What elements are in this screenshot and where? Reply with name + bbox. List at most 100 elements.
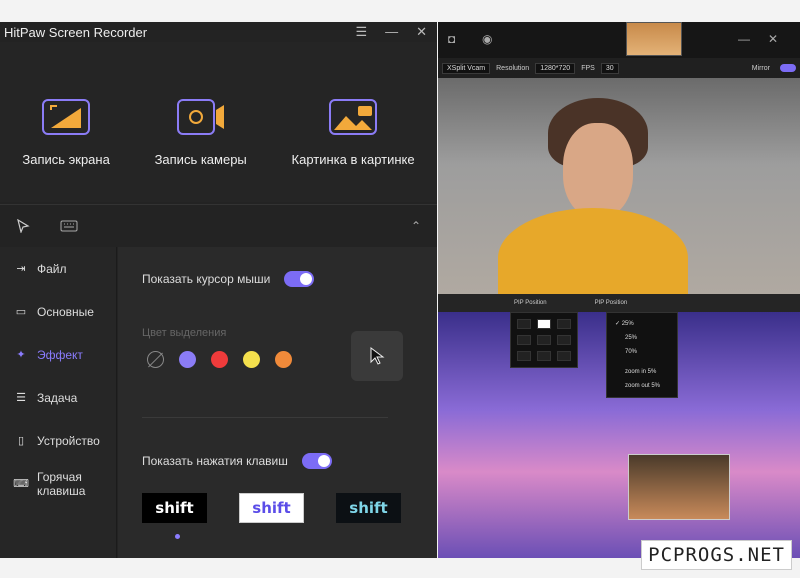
picture-in-picture-icon <box>329 99 378 135</box>
mirror-label: Mirror <box>751 64 770 72</box>
pip-position-select[interactable]: PIP Position <box>514 300 547 306</box>
pip-bar: PIP Position PIP Position <box>438 294 800 312</box>
sidebar-item-file[interactable]: ⇥ Файл <box>0 247 116 290</box>
color-swatch-purple[interactable] <box>179 351 196 368</box>
zoom-out-option[interactable]: zoom out 5% <box>615 379 669 393</box>
label-line: клавиша <box>37 483 86 498</box>
mode-label: Запись камеры <box>154 152 247 167</box>
effect-panel: Показать курсор мыши Цвет выделения Пока… <box>118 247 437 558</box>
camera-record-icon <box>176 99 224 135</box>
resolution-label: Resolution <box>496 64 530 72</box>
close-icon[interactable]: ✕ <box>768 32 778 46</box>
sidebar-item-device[interactable]: ▯ Устройство <box>0 419 116 462</box>
minimize-icon[interactable]: — <box>738 32 750 46</box>
pip-size-option[interactable]: ✓ 25% <box>615 317 669 331</box>
camera-toolbar: ◘ ◉ — ✕ <box>438 22 800 58</box>
show-keys-row: Показать нажатия клавиш <box>142 453 332 469</box>
sidebar-item-label: Файл <box>37 261 67 276</box>
key-style-light[interactable]: shift <box>239 493 304 523</box>
pip-size-option[interactable]: 25% <box>615 331 669 345</box>
mode-selector: Запись экрана Запись камеры Картинка в к… <box>0 42 437 202</box>
sidebar-item-task[interactable]: ☰ Задача <box>0 376 116 419</box>
cursor-icon <box>370 347 385 365</box>
highlight-color-swatches <box>147 351 292 368</box>
pip-pos-cell[interactable] <box>537 335 551 345</box>
option-label: 25% <box>625 335 638 341</box>
sparkle-icon: ✦ <box>16 349 26 361</box>
sidebar-item-label: Горячая клавиша <box>37 470 85 498</box>
close-icon[interactable]: ✕ <box>416 24 427 40</box>
fps-label: FPS <box>581 64 595 72</box>
mode-picture-in-picture[interactable]: Картинка в картинке <box>292 98 415 167</box>
camera-settings-bar: XSplit Vcam Resolution 1280*720 FPS 30 M… <box>438 58 800 78</box>
color-swatch-none[interactable] <box>147 351 164 368</box>
pip-pos-cell[interactable] <box>517 351 531 361</box>
sidebar-item-label: Эффект <box>37 347 83 362</box>
camera-thumbnail[interactable] <box>626 22 682 56</box>
pip-size-menu: ✓ 25% 25% 70% zoom in 5% zoom out 5% <box>606 312 678 398</box>
color-swatch-yellow[interactable] <box>243 351 260 368</box>
pip-size-option[interactable]: 70% <box>615 345 669 359</box>
show-cursor-toggle[interactable] <box>284 271 315 287</box>
pip-position-grid <box>510 312 578 368</box>
zoom-in-option[interactable]: zoom in 5% <box>615 365 669 379</box>
mode-camera-record[interactable]: Запись камеры <box>155 98 247 167</box>
pip-camera-overlay[interactable] <box>628 454 730 520</box>
cursor-icon[interactable] <box>16 218 30 233</box>
mode-screen-record[interactable]: Запись экрана <box>22 98 110 167</box>
screen-record-icon <box>42 99 91 135</box>
mirror-toggle[interactable] <box>780 64 796 72</box>
sidebar-item-label: Задача <box>37 390 78 405</box>
hotkey-icon: ⌨ <box>13 478 29 490</box>
sidebar-item-basic[interactable]: ▭ Основные <box>0 290 116 333</box>
option-label: 25% <box>621 321 634 327</box>
app-title: HitPaw Screen Recorder <box>4 24 148 40</box>
show-keys-label: Показать нажатия клавиш <box>142 454 288 468</box>
show-keys-toggle[interactable] <box>301 453 332 469</box>
sidebar-item-hotkey[interactable]: ⌨ Горячая клавиша <box>0 462 116 505</box>
sidebar-item-label: Основные <box>37 304 94 319</box>
pip-pos-cell[interactable] <box>557 335 571 345</box>
recorder-window: HitPaw Screen Recorder ☰ — ✕ Запись экра… <box>0 22 437 558</box>
video-icon: ▭ <box>15 306 27 318</box>
label-line: Горячая <box>37 469 82 484</box>
pip-pos-cell[interactable] <box>517 319 531 329</box>
webcam-icon[interactable]: ◉ <box>482 32 492 46</box>
sidebar-item-label: Устройство <box>37 433 100 448</box>
divider <box>142 417 388 418</box>
camera-window: ◘ ◉ — ✕ XSplit Vcam Resolution 1280*720 … <box>438 22 800 558</box>
highlight-color-label: Цвет выделения <box>142 327 227 339</box>
mode-label: Картинка в картинке <box>291 152 415 167</box>
show-cursor-label: Показать курсор мыши <box>142 272 271 286</box>
pip-pos-cell[interactable] <box>557 351 571 361</box>
menu-icon[interactable]: ☰ <box>355 24 367 40</box>
pip-pos-cell[interactable] <box>537 319 551 329</box>
pip-pos-cell[interactable] <box>537 351 551 361</box>
file-export-icon: ⇥ <box>16 263 26 275</box>
sidebar-item-effect[interactable]: ✦ Эффект <box>0 333 116 376</box>
pip-pos-cell[interactable] <box>557 319 571 329</box>
collapse-icon[interactable]: ⌃ <box>411 219 421 233</box>
selected-indicator <box>175 534 180 539</box>
resolution-select[interactable]: 1280*720 <box>535 62 576 74</box>
key-style-neon[interactable]: shift <box>336 493 401 523</box>
title-bar: HitPaw Screen Recorder ☰ — ✕ <box>0 22 437 42</box>
person-face <box>563 123 633 218</box>
person-shirt <box>498 208 688 294</box>
key-style-dark[interactable]: shift <box>142 493 207 523</box>
pip-pos-cell[interactable] <box>517 335 531 345</box>
mode-label: Запись экрана <box>22 152 110 167</box>
camera-icon[interactable]: ◘ <box>448 32 455 46</box>
key-style-options: shift shift shift <box>142 493 401 523</box>
color-swatch-red[interactable] <box>211 351 228 368</box>
keyboard-icon[interactable] <box>60 220 78 232</box>
device-icon: ▯ <box>17 435 25 447</box>
minimize-icon[interactable]: — <box>385 24 398 40</box>
pip-size-select[interactable]: PIP Position <box>595 300 628 306</box>
color-swatch-orange[interactable] <box>275 351 292 368</box>
option-label: 70% <box>625 349 638 355</box>
fps-select[interactable]: 30 <box>600 62 619 74</box>
camera-preview <box>438 78 800 294</box>
camera-select[interactable]: XSplit Vcam <box>442 62 491 74</box>
settings-toolbar: ⌃ <box>0 204 437 246</box>
